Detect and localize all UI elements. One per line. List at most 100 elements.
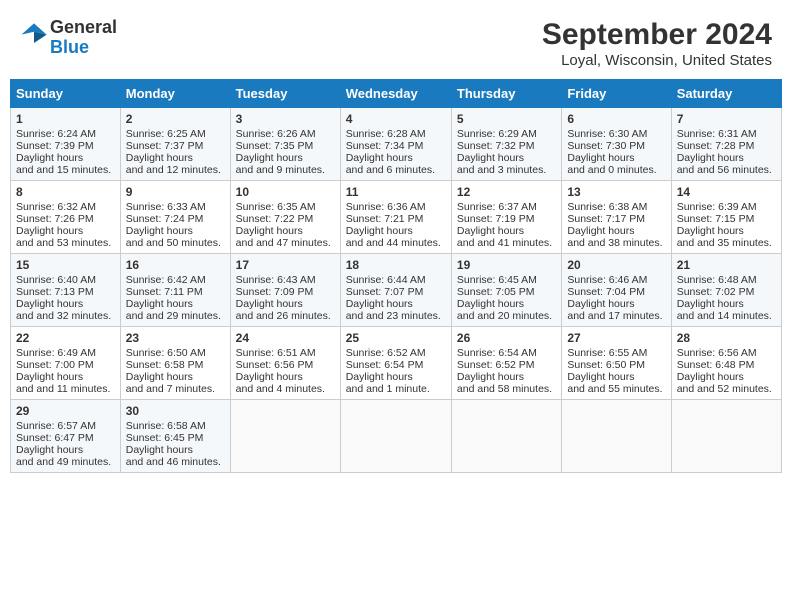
- daylight-value: and and 47 minutes.: [236, 237, 331, 249]
- calendar-cell: [562, 400, 671, 473]
- calendar-week-4: 22Sunrise: 6:49 AMSunset: 7:00 PMDayligh…: [11, 327, 782, 400]
- calendar-cell: 27Sunrise: 6:55 AMSunset: 6:50 PMDayligh…: [562, 327, 671, 400]
- day-number: 16: [126, 258, 225, 272]
- daylight-value: and and 23 minutes.: [346, 310, 441, 322]
- day-number: 10: [236, 185, 335, 199]
- calendar-cell: 15Sunrise: 6:40 AMSunset: 7:13 PMDayligh…: [11, 254, 121, 327]
- daylight-value: and and 29 minutes.: [126, 310, 221, 322]
- daylight-label: Daylight hours: [457, 298, 524, 310]
- daylight-label: Daylight hours: [567, 298, 634, 310]
- daylight-value: and and 41 minutes.: [457, 237, 552, 249]
- daylight-label: Daylight hours: [16, 152, 83, 164]
- daylight-label: Daylight hours: [677, 371, 744, 383]
- logo-icon: [20, 22, 48, 50]
- daylight-label: Daylight hours: [126, 225, 193, 237]
- calendar-cell: 1Sunrise: 6:24 AMSunset: 7:39 PMDaylight…: [11, 108, 121, 181]
- title-area: September 2024 Loyal, Wisconsin, United …: [542, 18, 772, 69]
- calendar-cell: 28Sunrise: 6:56 AMSunset: 6:48 PMDayligh…: [671, 327, 781, 400]
- day-number: 18: [346, 258, 446, 272]
- daylight-value: and and 4 minutes.: [236, 383, 325, 395]
- calendar-cell: 22Sunrise: 6:49 AMSunset: 7:00 PMDayligh…: [11, 327, 121, 400]
- daylight-value: and and 1 minute.: [346, 383, 430, 395]
- day-number: 20: [567, 258, 665, 272]
- day-number: 11: [346, 185, 446, 199]
- calendar-cell: 5Sunrise: 6:29 AMSunset: 7:32 PMDaylight…: [451, 108, 561, 181]
- day-number: 23: [126, 331, 225, 345]
- daylight-value: and and 9 minutes.: [236, 164, 325, 176]
- daylight-label: Daylight hours: [457, 152, 524, 164]
- day-number: 28: [677, 331, 776, 345]
- daylight-label: Daylight hours: [16, 371, 83, 383]
- calendar-cell: 21Sunrise: 6:48 AMSunset: 7:02 PMDayligh…: [671, 254, 781, 327]
- daylight-value: and and 44 minutes.: [346, 237, 441, 249]
- calendar-cell: 4Sunrise: 6:28 AMSunset: 7:34 PMDaylight…: [340, 108, 451, 181]
- day-number: 13: [567, 185, 665, 199]
- daylight-label: Daylight hours: [16, 298, 83, 310]
- day-number: 22: [16, 331, 115, 345]
- calendar-cell: 23Sunrise: 6:50 AMSunset: 6:58 PMDayligh…: [120, 327, 230, 400]
- day-number: 17: [236, 258, 335, 272]
- calendar-cell: 9Sunrise: 6:33 AMSunset: 7:24 PMDaylight…: [120, 181, 230, 254]
- calendar-subtitle: Loyal, Wisconsin, United States: [542, 52, 772, 69]
- calendar-cell: 14Sunrise: 6:39 AMSunset: 7:15 PMDayligh…: [671, 181, 781, 254]
- calendar-cell: 16Sunrise: 6:42 AMSunset: 7:11 PMDayligh…: [120, 254, 230, 327]
- calendar-header-row: SundayMondayTuesdayWednesdayThursdayFrid…: [11, 80, 782, 108]
- daylight-label: Daylight hours: [236, 371, 303, 383]
- daylight-label: Daylight hours: [126, 298, 193, 310]
- day-number: 6: [567, 112, 665, 126]
- daylight-label: Daylight hours: [236, 152, 303, 164]
- daylight-value: and and 35 minutes.: [677, 237, 772, 249]
- day-number: 24: [236, 331, 335, 345]
- logo-line2: Blue: [50, 38, 117, 58]
- day-number: 15: [16, 258, 115, 272]
- daylight-value: and and 7 minutes.: [126, 383, 215, 395]
- day-number: 9: [126, 185, 225, 199]
- day-number: 27: [567, 331, 665, 345]
- calendar-cell: 6Sunrise: 6:30 AMSunset: 7:30 PMDaylight…: [562, 108, 671, 181]
- calendar-cell: [230, 400, 340, 473]
- daylight-value: and and 46 minutes.: [126, 456, 221, 468]
- daylight-label: Daylight hours: [677, 298, 744, 310]
- daylight-label: Daylight hours: [16, 225, 83, 237]
- daylight-value: and and 32 minutes.: [16, 310, 111, 322]
- day-number: 1: [16, 112, 115, 126]
- calendar-cell: 12Sunrise: 6:37 AMSunset: 7:19 PMDayligh…: [451, 181, 561, 254]
- daylight-label: Daylight hours: [567, 371, 634, 383]
- daylight-label: Daylight hours: [567, 152, 634, 164]
- logo-line1: General: [50, 18, 117, 38]
- daylight-value: and and 0 minutes.: [567, 164, 656, 176]
- column-header-monday: Monday: [120, 80, 230, 108]
- day-number: 5: [457, 112, 556, 126]
- calendar-cell: 19Sunrise: 6:45 AMSunset: 7:05 PMDayligh…: [451, 254, 561, 327]
- day-number: 8: [16, 185, 115, 199]
- calendar-cell: [451, 400, 561, 473]
- column-header-thursday: Thursday: [451, 80, 561, 108]
- calendar-week-1: 1Sunrise: 6:24 AMSunset: 7:39 PMDaylight…: [11, 108, 782, 181]
- daylight-value: and and 17 minutes.: [567, 310, 662, 322]
- daylight-value: and and 56 minutes.: [677, 164, 772, 176]
- daylight-value: and and 49 minutes.: [16, 456, 111, 468]
- column-header-tuesday: Tuesday: [230, 80, 340, 108]
- calendar-cell: 30Sunrise: 6:58 AMSunset: 6:45 PMDayligh…: [120, 400, 230, 473]
- calendar-cell: 17Sunrise: 6:43 AMSunset: 7:09 PMDayligh…: [230, 254, 340, 327]
- calendar-cell: 11Sunrise: 6:36 AMSunset: 7:21 PMDayligh…: [340, 181, 451, 254]
- day-number: 30: [126, 404, 225, 418]
- daylight-value: and and 53 minutes.: [16, 237, 111, 249]
- day-number: 12: [457, 185, 556, 199]
- daylight-label: Daylight hours: [16, 444, 83, 456]
- calendar-cell: 20Sunrise: 6:46 AMSunset: 7:04 PMDayligh…: [562, 254, 671, 327]
- daylight-value: and and 3 minutes.: [457, 164, 546, 176]
- calendar-cell: 18Sunrise: 6:44 AMSunset: 7:07 PMDayligh…: [340, 254, 451, 327]
- logo: General Blue: [20, 18, 117, 58]
- daylight-value: and and 58 minutes.: [457, 383, 552, 395]
- daylight-value: and and 6 minutes.: [346, 164, 435, 176]
- calendar-table: SundayMondayTuesdayWednesdayThursdayFrid…: [10, 79, 782, 473]
- calendar-cell: 29Sunrise: 6:57 AMSunset: 6:47 PMDayligh…: [11, 400, 121, 473]
- calendar-cell: [671, 400, 781, 473]
- daylight-value: and and 20 minutes.: [457, 310, 552, 322]
- calendar-cell: 13Sunrise: 6:38 AMSunset: 7:17 PMDayligh…: [562, 181, 671, 254]
- calendar-week-3: 15Sunrise: 6:40 AMSunset: 7:13 PMDayligh…: [11, 254, 782, 327]
- day-number: 26: [457, 331, 556, 345]
- daylight-value: and and 38 minutes.: [567, 237, 662, 249]
- calendar-cell: 10Sunrise: 6:35 AMSunset: 7:22 PMDayligh…: [230, 181, 340, 254]
